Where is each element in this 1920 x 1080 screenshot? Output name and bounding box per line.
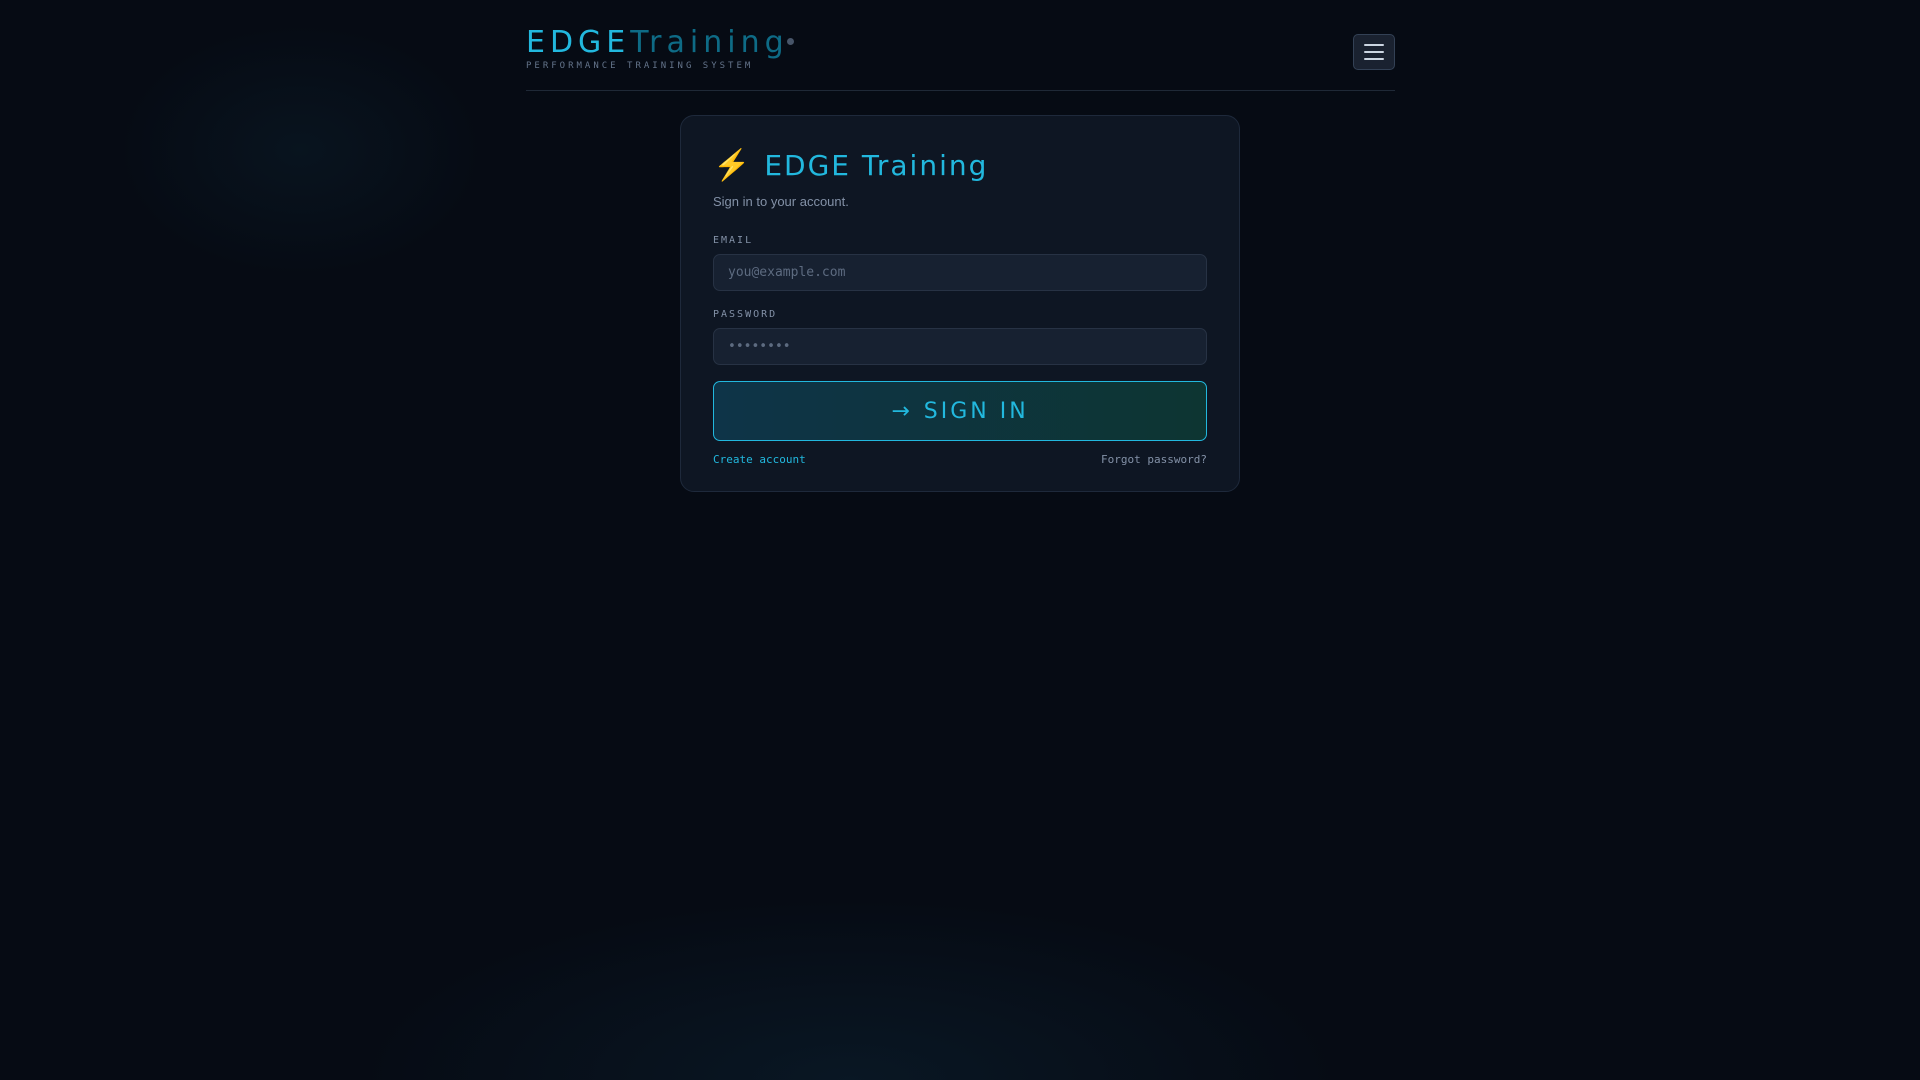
top-header: EDGETraining PERFORMANCE TRAINING SYSTEM [526,0,1395,91]
card-title-text: EDGE Training [764,149,989,182]
email-field[interactable] [713,254,1207,291]
card-links: Create account Forgot password? [713,453,1207,466]
logo-dot-icon [786,38,794,45]
lightning-bolt-icon: ⚡ [713,149,751,182]
password-field[interactable] [713,328,1207,365]
page-container: EDGETraining PERFORMANCE TRAINING SYSTEM… [526,0,1395,492]
logo-wordmark: EDGETraining [526,25,794,61]
forgot-password-link[interactable]: Forgot password? [1101,453,1207,466]
arrow-right-icon: → [891,398,910,424]
menu-button[interactable] [1353,34,1395,70]
hamburger-menu-icon-bar [1364,58,1384,60]
card-subtitle: Sign in to your account. [713,194,849,209]
logo-tagline: PERFORMANCE TRAINING SYSTEM [526,61,754,71]
logo-edge-text: EDGE [526,25,631,60]
create-account-link[interactable]: Create account [713,453,806,466]
email-label: EMAIL [713,235,754,246]
brand-logo[interactable]: EDGETraining PERFORMANCE TRAINING SYSTEM [526,25,794,71]
hamburger-menu-icon [1364,44,1384,46]
logo-training-text: Training [630,25,789,60]
password-label: PASSWORD [713,309,778,320]
signin-card: ⚡ EDGE Training Sign in to your account.… [680,115,1240,492]
sign-in-button[interactable]: → SIGN IN [713,381,1207,441]
hamburger-menu-icon-bar [1364,51,1384,53]
sign-in-label: SIGN IN [923,398,1029,424]
card-title: ⚡ EDGE Training [713,146,1207,186]
